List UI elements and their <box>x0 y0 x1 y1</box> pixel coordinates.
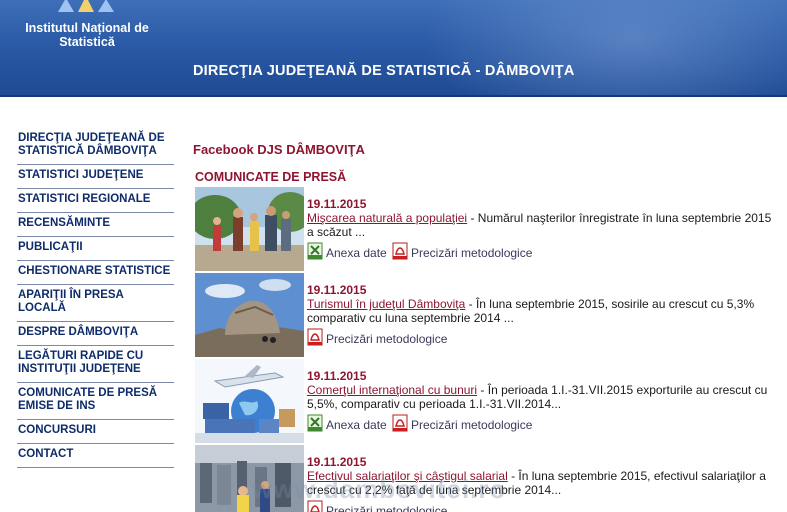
methodology-label: Precizări metodologice <box>326 504 448 512</box>
sidebar-item-label: STATISTICI REGIONALE <box>18 193 151 205</box>
sidebar-item-label: DESPRE DÂMBOVIŢA <box>18 326 139 338</box>
sidebar-item-aparitii-presa[interactable]: APARIŢII ÎN PRESA LOCALĂ <box>17 285 174 322</box>
attachments: Anexa date Precizări metodologice <box>307 412 780 432</box>
sidebar-item-chestionare[interactable]: CHESTIONARE STATISTICE <box>17 261 174 285</box>
sidebar-item-label: CHESTIONARE STATISTICE <box>18 265 171 277</box>
sidebar-item-despre-dambovita[interactable]: DESPRE DÂMBOVIŢA <box>17 322 174 346</box>
news-date: 19.11.2015 <box>307 455 367 469</box>
news-link[interactable]: Mişcarea naturală a populaţiei <box>307 211 467 225</box>
attachments: Anexa date Precizări metodologice <box>307 240 780 260</box>
sidebar-item-label: CONTACT <box>18 448 74 460</box>
news-date: 19.11.2015 <box>307 369 367 383</box>
news-body: 19.11.2015 Comerţul internaţional cu bun… <box>307 369 780 432</box>
news-item: 19.11.2015 Mişcarea naturală a populaţie… <box>195 187 780 273</box>
news-thumbnail-trade-globe[interactable] <box>195 359 304 443</box>
section-title: COMUNICATE DE PRESĂ <box>195 170 347 184</box>
excel-icon <box>307 414 323 432</box>
sidebar-item-recensaminte[interactable]: RECENSĂMINTE <box>17 213 174 237</box>
sidebar-nav: DIRECŢIA JUDEŢEANĂ DE STATISTICĂ DÂMBOVI… <box>17 128 174 468</box>
sidebar-item-label: CONCURSURI <box>18 424 96 436</box>
page-title: DIRECŢIA JUDEŢEANĂ DE STATISTICĂ - DÂMBO… <box>193 63 575 79</box>
sidebar-item-label: PUBLICAŢII <box>18 241 83 253</box>
watermark-text: www.dambovitei.ro <box>252 474 507 504</box>
ins-logo-icon[interactable] <box>52 0 122 14</box>
attachments: Precizări metodologice <box>307 326 780 346</box>
sidebar-item-publicatii[interactable]: PUBLICAŢII <box>17 237 174 261</box>
sidebar-item-label: APARIŢII ÎN PRESA LOCALĂ <box>18 289 124 314</box>
annex-label: Anexa date <box>326 246 387 260</box>
sidebar-item-statistici-regionale[interactable]: STATISTICI REGIONALE <box>17 189 174 213</box>
excel-icon <box>307 242 323 260</box>
sidebar-item-statistici-judetene[interactable]: STATISTICI JUDEŢENE <box>17 165 174 189</box>
news-text: Comerţul internaţional cu bunuri - În pe… <box>307 383 780 411</box>
sidebar-item-comunicate-ins[interactable]: COMUNICATE DE PRESĂ EMISE DE INS <box>17 383 174 420</box>
methodology-label: Precizări metodologice <box>411 246 533 260</box>
pdf-icon <box>307 328 323 346</box>
sidebar-item-contact[interactable]: CONTACT <box>17 444 174 468</box>
sidebar-item-label: DIRECŢIA JUDEŢEANĂ DE STATISTICĂ DÂMBOVI… <box>18 132 165 157</box>
sidebar-item-djs-dambovita[interactable]: DIRECŢIA JUDEŢEANĂ DE STATISTICĂ DÂMBOVI… <box>17 128 174 165</box>
news-date: 19.11.2015 <box>307 197 367 211</box>
sidebar-item-label: RECENSĂMINTE <box>18 217 111 229</box>
news-link[interactable]: Comerţul internaţional cu bunuri <box>307 383 477 397</box>
annex-label: Anexa date <box>326 418 387 432</box>
news-date: 19.11.2015 <box>307 283 367 297</box>
sidebar-item-concursuri[interactable]: CONCURSURI <box>17 420 174 444</box>
news-text: Mişcarea naturală a populaţiei - Numărul… <box>307 211 780 239</box>
news-text: Turismul în judeţul Dâmboviţa - În luna … <box>307 297 780 325</box>
header-divider <box>0 95 787 97</box>
news-item: 19.11.2015 Comerţul internaţional cu bun… <box>195 359 780 445</box>
news-body: 19.11.2015 Mişcarea naturală a populaţie… <box>307 197 780 260</box>
institute-name[interactable]: Institutul Național de Statistică <box>24 21 150 49</box>
methodology-link[interactable]: Precizări metodologice <box>307 326 447 346</box>
news-thumbnail-sphinx-rock[interactable] <box>195 273 304 357</box>
news-thumbnail-people-walking[interactable] <box>195 187 304 271</box>
news-body: 19.11.2015 Turismul în judeţul Dâmboviţa… <box>307 283 780 346</box>
sidebar-item-label: COMUNICATE DE PRESĂ EMISE DE INS <box>18 387 158 412</box>
site-header: Institutul Național de Statistică DIRECŢ… <box>0 0 787 97</box>
pdf-icon <box>392 242 408 260</box>
methodology-label: Precizări metodologice <box>326 332 448 346</box>
annex-data-link[interactable]: Anexa date <box>307 240 387 260</box>
sidebar-item-label: STATISTICI JUDEŢENE <box>18 169 144 181</box>
annex-data-link[interactable]: Anexa date <box>307 412 387 432</box>
methodology-label: Precizări metodologice <box>411 418 533 432</box>
facebook-link[interactable]: Facebook DJS DÂMBOVIŢA <box>193 142 365 157</box>
methodology-link[interactable]: Precizări metodologice <box>392 240 532 260</box>
news-item: 19.11.2015 Turismul în judeţul Dâmboviţa… <box>195 273 780 359</box>
sidebar-item-legaturi-rapide[interactable]: LEGĂTURI RAPIDE CU INSTITUŢII JUDEŢENE <box>17 346 174 383</box>
pdf-icon <box>392 414 408 432</box>
methodology-link[interactable]: Precizări metodologice <box>392 412 532 432</box>
news-link[interactable]: Turismul în judeţul Dâmboviţa <box>307 297 465 311</box>
sidebar-item-label: LEGĂTURI RAPIDE CU INSTITUŢII JUDEŢENE <box>18 350 144 375</box>
